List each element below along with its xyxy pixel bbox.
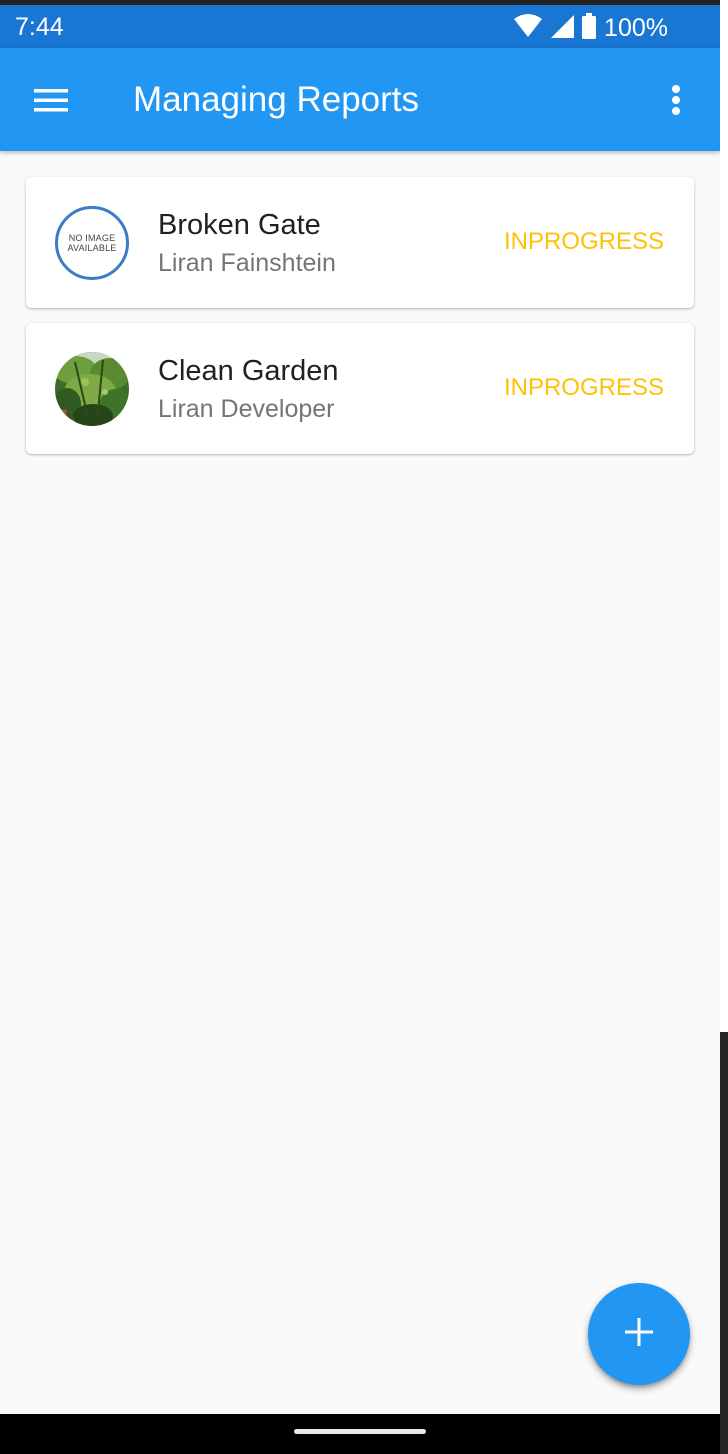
add-report-button[interactable] (588, 1283, 690, 1385)
report-status: INPROGRESS (503, 374, 664, 401)
report-author: Liran Fainshtein (158, 249, 336, 277)
status-time: 7:44 (15, 13, 64, 41)
window-edge-dark (720, 1032, 728, 1454)
no-image-line2: AVAILABLE (67, 243, 117, 253)
signal-icon (550, 14, 575, 43)
no-image-avatar: NO IMAGE AVAILABLE (55, 206, 129, 280)
navigation-bar (0, 1414, 720, 1454)
more-vert-icon[interactable] (652, 76, 700, 124)
home-gesture-handle[interactable] (294, 1429, 426, 1434)
report-title: Clean Garden (158, 355, 339, 387)
app-screen: 7:44 100% Managing Reports NO IMAGE AVAI… (0, 0, 720, 1454)
battery-icon (582, 12, 597, 44)
app-bar: Managing Reports (0, 48, 720, 151)
report-status: INPROGRESS (503, 228, 664, 255)
add-icon (625, 1317, 653, 1351)
garden-photo-avatar (55, 352, 129, 426)
wifi-icon (514, 13, 543, 43)
battery-percent: 100% (604, 14, 668, 42)
report-card[interactable]: NO IMAGE AVAILABLE Broken Gate Liran Fai… (26, 177, 694, 308)
report-author: Liran Developer (158, 395, 335, 423)
no-image-label: NO IMAGE AVAILABLE (68, 233, 117, 253)
report-title: Broken Gate (158, 209, 321, 241)
no-image-line1: NO IMAGE (68, 233, 116, 243)
status-bar: 7:44 100% (0, 0, 720, 48)
window-edge (720, 0, 728, 1454)
status-icons: 100% (514, 12, 668, 44)
report-card[interactable]: Clean Garden Liran Developer INPROGRESS (26, 323, 694, 454)
page-title: Managing Reports (133, 80, 419, 119)
hamburger-menu-icon[interactable] (24, 76, 78, 124)
